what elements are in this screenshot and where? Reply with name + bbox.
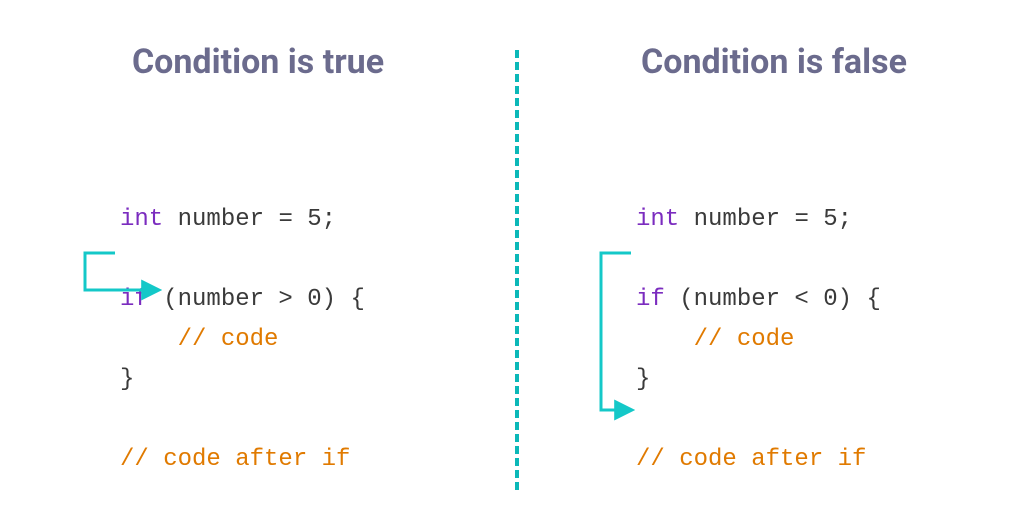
if-cond: (number < 0) { [665,286,881,313]
kw-int: int [636,206,679,233]
kw-if: if [120,286,149,313]
comment-after: // code after if [636,446,866,473]
decl-rest: number = 5; [679,206,852,233]
comment-code: // code [636,326,794,353]
code-true: int number = 5; if (number > 0) { // cod… [120,160,365,520]
kw-int: int [120,206,163,233]
decl-rest: number = 5; [163,206,336,233]
close-brace: } [636,366,650,393]
kw-if: if [636,286,665,313]
title-false: Condition is false [516,42,1032,82]
close-brace: } [120,366,134,393]
panel-condition-true: Condition is true int number = 5; if (nu… [0,0,516,516]
panel-condition-false: Condition is false int number = 5; if (n… [516,0,1032,516]
comment-after: // code after if [120,446,350,473]
title-true: Condition is true [0,42,516,82]
comment-code: // code [120,326,278,353]
code-false: int number = 5; if (number < 0) { // cod… [636,160,881,520]
if-cond: (number > 0) { [149,286,365,313]
